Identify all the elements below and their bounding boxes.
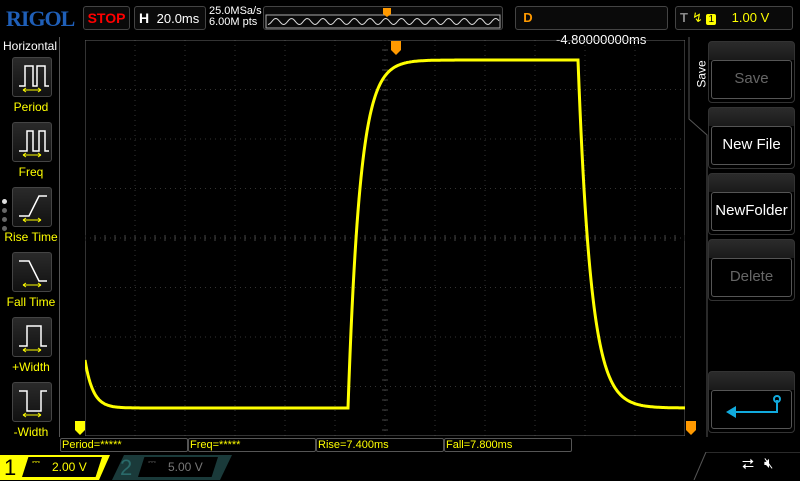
neg-width-icon <box>19 390 47 418</box>
delay-label: D <box>523 10 533 25</box>
button-label: New File <box>711 126 792 165</box>
sound-muted-icon[interactable]: 🔇︎ <box>764 455 773 472</box>
page-indicator-dot <box>2 226 7 231</box>
run-stop-status[interactable]: STOP <box>83 6 130 30</box>
rigol-logo: RIGOL <box>6 6 75 31</box>
newfolder-button[interactable]: NewFolder <box>708 173 795 235</box>
left-menu-title: Horizontal <box>3 39 58 53</box>
button-label: NewFolder <box>711 192 792 231</box>
channel-1-info: 1 ⎓ 2.00 V <box>0 452 110 480</box>
trigger-position-marker <box>383 8 391 17</box>
menu-label: -Width <box>13 425 49 439</box>
return-arrow-icon <box>711 390 792 429</box>
menu-label: Fall Time <box>6 295 56 309</box>
ch1-ground-marker[interactable] <box>74 420 86 436</box>
left-menu: Horizontal Period Freq Rise Time Fall Time +… <box>0 37 60 439</box>
timebase-value: 20.0ms <box>156 11 200 26</box>
fall-time-button[interactable] <box>12 252 52 292</box>
trigger-time-marker[interactable] <box>390 40 402 56</box>
horizontal-label: H <box>138 10 150 26</box>
trigger-label: T <box>680 10 688 25</box>
waveform-overview <box>263 6 503 30</box>
channel-1-number: 1 <box>4 455 17 480</box>
pos-width-button[interactable] <box>12 317 52 357</box>
button-label: Delete <box>711 258 792 297</box>
freq-icon <box>19 130 49 158</box>
rising-edge-icon: ↯ <box>691 10 703 25</box>
page-indicator-dot <box>2 208 7 213</box>
trigger-source: 1 <box>706 14 717 25</box>
usb-icon: ⮂ <box>742 456 755 473</box>
save-button[interactable]: Save <box>708 41 795 103</box>
trigger-level: 1.00 V <box>731 10 770 25</box>
save-menu-title: Save <box>694 60 709 88</box>
channel-1-scale: 2.00 V <box>52 460 87 474</box>
pos-width-icon <box>19 325 47 353</box>
measurement-item: Freq=***** <box>188 438 316 452</box>
rise-time-button[interactable] <box>12 187 52 227</box>
new-file-button[interactable]: New File <box>708 107 795 169</box>
overview-waveform <box>265 8 501 29</box>
menu-label: Rise Time <box>4 230 58 244</box>
measurement-item: Rise=7.400ms <box>316 438 444 452</box>
rise-time-icon <box>19 195 47 223</box>
measurement-item: Fall=7.800ms <box>444 438 572 452</box>
save-menu: Save Save New File NewFolder Delete <box>688 37 800 437</box>
button-label: Save <box>711 60 792 99</box>
trigger-box[interactable]: T ↯ 1 1.00 V <box>675 6 793 30</box>
channel-2-info: 2 ⎓ 5.00 V <box>112 452 232 480</box>
delay-box[interactable]: D-4.80000000ms <box>515 6 668 47</box>
page-indicator-dot <box>2 217 7 222</box>
back-button[interactable] <box>708 371 795 433</box>
menu-label: +Width <box>12 360 50 374</box>
dc-coupling-icon: ⎓ <box>32 457 40 468</box>
menu-label: Freq <box>18 165 44 179</box>
dc-coupling-icon: ⎓ <box>148 457 156 468</box>
memory-depth: 6.00M pts <box>209 16 258 28</box>
delete-button[interactable]: Delete <box>708 239 795 301</box>
neg-width-button[interactable] <box>12 382 52 422</box>
freq-button[interactable] <box>12 122 52 162</box>
channel-2-scale: 5.00 V <box>168 460 203 474</box>
channel-2-number: 2 <box>120 455 133 480</box>
timebase-box[interactable]: H 20.0ms <box>134 6 206 30</box>
measurement-item: Period=***** <box>60 438 188 452</box>
menu-label: Period <box>13 100 49 114</box>
period-button[interactable] <box>12 57 52 97</box>
period-icon <box>19 65 49 93</box>
acquisition-info: 25.0MSa/s 6.00M pts <box>209 6 262 28</box>
page-indicator-dot <box>2 199 7 204</box>
fall-time-icon <box>19 260 47 288</box>
waveform-grid <box>85 40 685 436</box>
